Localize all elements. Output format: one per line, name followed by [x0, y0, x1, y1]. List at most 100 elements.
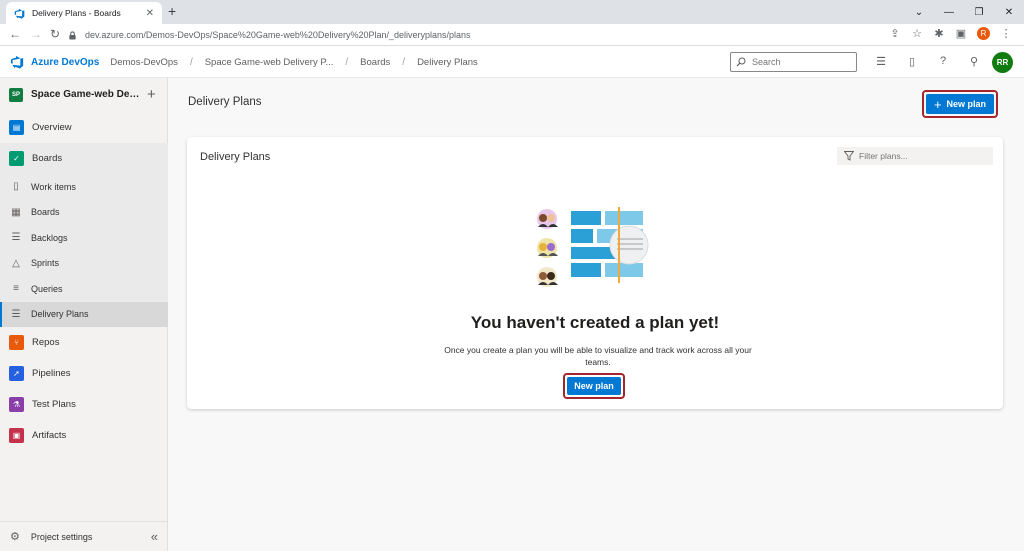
sidebar-item-label: Queries: [31, 283, 63, 294]
work-items-icon: ▯: [13, 181, 19, 193]
sidebar-subitem-queries[interactable]: ≡ Queries: [0, 276, 168, 302]
search-input[interactable]: [752, 57, 852, 67]
sidebar-subitem-delivery-plans[interactable]: ☰ Delivery Plans: [0, 301, 168, 327]
reload-icon[interactable]: ↻: [50, 27, 60, 41]
help-icon[interactable]: ?: [936, 55, 950, 68]
browser-tab[interactable]: Delivery Plans - Boards ✕: [6, 2, 162, 24]
add-icon[interactable]: +: [147, 86, 156, 103]
boards-icon: ✓: [9, 151, 24, 166]
sidebar-item-overview[interactable]: ▤ Overview: [0, 112, 168, 143]
test-plans-flask-icon: ⚗: [9, 397, 24, 412]
azure-devops-favicon-icon: [14, 8, 25, 19]
browser-menu-icon[interactable]: ⋮: [1000, 27, 1012, 40]
plans-card: Delivery Plans Filter plans... You haven…: [187, 137, 1003, 409]
new-plan-highlight: + New plan: [922, 90, 998, 118]
minimize-icon[interactable]: —: [934, 0, 964, 24]
task-list-icon[interactable]: ☰: [874, 55, 888, 68]
browser-profile-avatar[interactable]: R: [977, 27, 990, 40]
breadcrumb-separator: /: [189, 56, 193, 68]
sidebar-item-label: Overview: [32, 122, 72, 133]
plus-icon: +: [933, 96, 942, 112]
filter-input[interactable]: [859, 151, 979, 161]
tab-search-icon[interactable]: ⌄: [904, 0, 934, 24]
browser-tab-bar: Delivery Plans - Boards ✕ + ⌄ — ❐ ✕: [0, 0, 1024, 24]
gear-icon: ⚙: [10, 531, 20, 543]
sidebar-item-label: Backlogs: [31, 232, 68, 243]
repos-icon: ⑂: [9, 335, 24, 350]
ado-header: Azure DevOps Demos-DevOps / Space Game-w…: [0, 47, 1024, 78]
new-plan-label: New plan: [946, 99, 987, 109]
window-controls: ⌄ — ❐ ✕: [904, 0, 1024, 24]
url-field[interactable]: dev.azure.com/Demos-DevOps/Space%20Game-…: [68, 27, 968, 43]
sidebar-item-label: Pipelines: [32, 368, 71, 379]
sidebar-item-label: Boards: [31, 207, 60, 218]
sprint-icon: △: [12, 257, 20, 269]
close-tab-icon[interactable]: ✕: [146, 8, 154, 19]
card-title: Delivery Plans: [200, 151, 271, 163]
sidebar-item-label: Repos: [32, 337, 60, 348]
sidebar-item-pipelines[interactable]: ➚ Pipelines: [0, 358, 168, 389]
pipelines-icon: ➚: [9, 366, 24, 381]
project-settings-label: Project settings: [30, 531, 93, 542]
marketplace-bag-icon[interactable]: ▯: [905, 55, 919, 68]
sidebar-subitem-work-items[interactable]: ▯ Work items: [0, 174, 168, 200]
sidebar-item-label: Sprints: [31, 258, 60, 269]
forward-icon[interactable]: →: [30, 27, 42, 41]
project-name: Space Game-web Delivery Plan: [31, 89, 141, 100]
breadcrumb-boards[interactable]: Boards: [360, 57, 390, 68]
breadcrumb-delivery-plans[interactable]: Delivery Plans: [417, 57, 478, 68]
url-text: dev.azure.com/Demos-DevOps/Space%20Game-…: [85, 30, 471, 40]
sidebar-item-label: Boards: [32, 153, 63, 164]
project-selector[interactable]: SP Space Game-web Delivery Plan +: [0, 78, 168, 111]
sidebar-item-label: Work items: [31, 181, 76, 192]
bookmark-star-icon[interactable]: ☆: [911, 27, 923, 40]
sidebar-subitem-backlogs[interactable]: ☰ Backlogs: [0, 225, 168, 251]
breadcrumb-project[interactable]: Space Game-web Delivery P...: [205, 57, 334, 68]
window-close-icon[interactable]: ✕: [994, 0, 1024, 24]
lock-icon: [69, 30, 76, 40]
empty-state-title: You haven't created a plan yet!: [470, 313, 720, 332]
sidebar-subitem-boards[interactable]: ▦ Boards: [0, 199, 168, 225]
filter-icon: [844, 151, 854, 161]
main-content: Delivery Plans + New plan Delivery Plans: [168, 78, 1024, 551]
side-panel-icon[interactable]: ▣: [955, 27, 967, 40]
search-box[interactable]: [730, 52, 857, 72]
sidebar-nav: ▤ Overview ✓ Boards ▯ Work items ▦ Board…: [0, 112, 168, 451]
sidebar-item-label: Artifacts: [32, 430, 67, 441]
artifacts-icon: ▣: [9, 428, 24, 443]
user-avatar[interactable]: RR: [992, 52, 1013, 73]
breadcrumb-separator: /: [345, 56, 349, 68]
extensions-icon[interactable]: ✱: [933, 27, 945, 40]
project-avatar: SP: [9, 87, 23, 102]
new-tab-icon[interactable]: +: [168, 3, 176, 19]
overview-icon: ▤: [9, 120, 24, 135]
project-settings[interactable]: ⚙ Project settings «: [0, 521, 168, 551]
back-icon[interactable]: ←: [9, 27, 21, 41]
brand-link[interactable]: Azure DevOps: [31, 57, 99, 68]
sidebar-item-artifacts[interactable]: ▣ Artifacts: [0, 420, 168, 451]
azure-devops-logo-icon[interactable]: [10, 55, 24, 69]
browser-toolbar-icons: ⇪ ☆ ✱ ▣ R ⋮: [889, 27, 1012, 40]
search-icon: [736, 57, 746, 67]
sidebar-subitem-sprints[interactable]: △ Sprints: [0, 250, 168, 276]
backlog-icon: ☰: [11, 232, 21, 244]
tab-title: Delivery Plans - Boards: [32, 8, 121, 18]
restore-icon[interactable]: ❐: [964, 0, 994, 24]
sidebar-item-label: Delivery Plans: [31, 309, 89, 320]
queries-icon: ≡: [13, 283, 19, 295]
sidebar-item-label: Test Plans: [32, 399, 76, 410]
sidebar-item-test-plans[interactable]: ⚗ Test Plans: [0, 389, 168, 420]
sidebar-item-repos[interactable]: ⑂ Repos: [0, 327, 168, 358]
sidebar-item-boards[interactable]: ✓ Boards: [0, 143, 168, 174]
header-icons: ☰ ▯ ? ⚲: [874, 55, 981, 68]
share-icon[interactable]: ⇪: [889, 27, 901, 40]
filter-box[interactable]: [837, 147, 993, 165]
collapse-sidebar-icon[interactable]: «: [151, 529, 158, 544]
breadcrumb-separator: /: [402, 56, 406, 68]
sidebar: SP Space Game-web Delivery Plan + ▤ Over…: [0, 78, 168, 551]
empty-state-new-plan-button[interactable]: New plan: [567, 377, 621, 395]
user-settings-icon[interactable]: ⚲: [967, 55, 981, 68]
new-plan-button[interactable]: + New plan: [926, 94, 994, 114]
board-columns-icon: ▦: [11, 206, 21, 218]
breadcrumb-organization[interactable]: Demos-DevOps: [110, 57, 178, 68]
